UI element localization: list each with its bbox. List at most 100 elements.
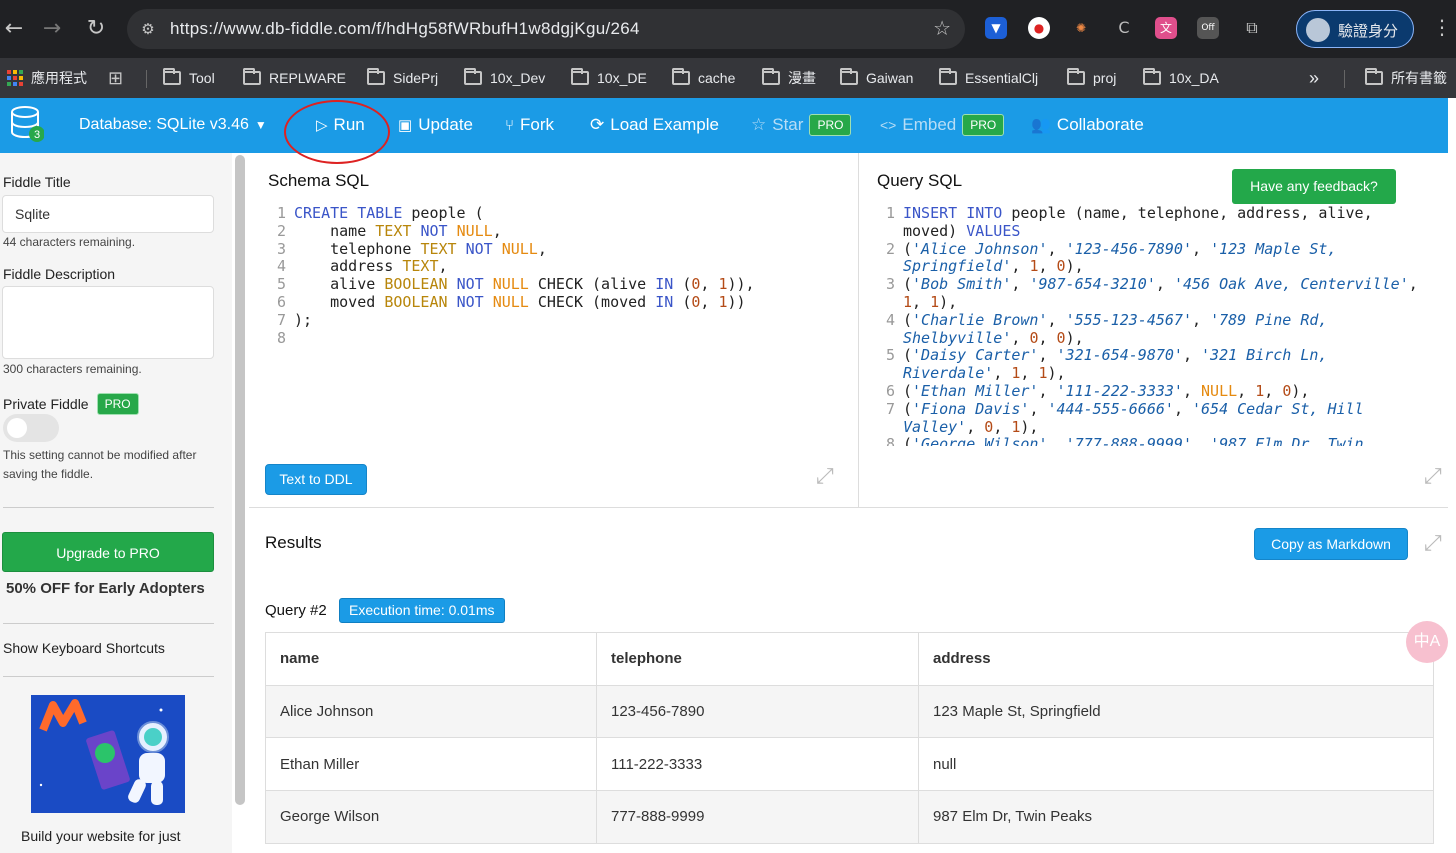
- query-label: Query #2: [265, 602, 327, 619]
- users-icon: 👥: [1031, 117, 1051, 134]
- folder-icon: [243, 68, 261, 85]
- private-fiddle-toggle[interactable]: [3, 414, 59, 442]
- color-wheel-extension-icon[interactable]: ✺: [1070, 17, 1092, 39]
- bookmark-label: EssentialClj: [965, 70, 1039, 86]
- fiddle-description-input[interactable]: [2, 286, 214, 359]
- code-icon: <>: [880, 117, 897, 133]
- star-icon: ☆: [751, 115, 767, 134]
- expand-results-icon[interactable]: ⤢: [1424, 531, 1442, 556]
- pokeball-extension-icon[interactable]: ●: [1028, 17, 1050, 39]
- bookmark-folder[interactable]: 10x_DE: [571, 64, 647, 92]
- collaborate-button[interactable]: 👥 Collaborate: [1031, 109, 1144, 141]
- reload-icon[interactable]: ↻: [82, 14, 110, 44]
- bookmark-label: REPLWARE: [269, 70, 347, 86]
- bookmark-folder[interactable]: 10x_Dev: [464, 64, 545, 92]
- star-label: Star: [772, 115, 804, 134]
- bookmark-folder[interactable]: cache: [672, 64, 735, 92]
- text-to-ddl-button[interactable]: Text to DDL: [265, 464, 367, 495]
- column-header: address: [918, 632, 1434, 686]
- folder-icon: [762, 68, 780, 85]
- schema-sql-editor[interactable]: 1 CREATE TABLE people ( 2 name TEXT NOT N…: [268, 204, 755, 347]
- copy-as-markdown-button[interactable]: Copy as Markdown: [1254, 528, 1408, 560]
- folder-icon: [840, 68, 858, 85]
- embed-button[interactable]: <> Embed PRO: [880, 109, 1005, 141]
- expand-query-icon[interactable]: ⤢: [1424, 464, 1442, 489]
- off-extension-icon[interactable]: Off: [1197, 17, 1219, 39]
- expand-schema-icon[interactable]: ⤢: [816, 464, 834, 489]
- bookmark-label: cache: [698, 70, 736, 86]
- bookmark-label: 漫畫: [788, 70, 816, 86]
- divider: [249, 507, 1448, 508]
- query-sql-editor-viewport[interactable]: 1 INSERT INTO people (name, telephone, ad…: [877, 205, 1447, 446]
- app-toolbar: 3 Database: SQLite v3.46 ▼ ▷ Run ▣ Updat…: [0, 98, 1448, 153]
- bookmark-label: 所有書籤: [1391, 70, 1447, 86]
- folder-icon: [1143, 68, 1161, 85]
- results-title: Results: [265, 533, 322, 552]
- tab-groups-icon[interactable]: ⊞: [108, 64, 123, 92]
- title-remaining-text: 44 characters remaining.: [3, 235, 136, 249]
- sidebar-scrollbar[interactable]: [235, 155, 245, 805]
- site-settings-icon[interactable]: ⚙: [137, 18, 159, 40]
- fiddle-title-input[interactable]: Sqlite: [2, 195, 214, 233]
- caret-down-icon: ▼: [254, 118, 267, 132]
- table-row: George Wilson 777-888-9999 987 Elm Dr, T…: [265, 790, 1434, 844]
- table-cell: 111-222-3333: [596, 737, 919, 792]
- address-bar[interactable]: ⚙ https://www.db-fiddle.com/f/hdHg58fWRb…: [127, 9, 965, 49]
- feedback-button[interactable]: Have any feedback?: [1232, 169, 1396, 204]
- table-cell: 123 Maple St, Springfield: [918, 684, 1434, 739]
- load-example-button[interactable]: ⟳ Load Example: [590, 109, 719, 141]
- folder-icon: [1067, 68, 1085, 85]
- profile-label: 驗證身分: [1338, 23, 1399, 40]
- private-fiddle-row: Private Fiddle PRO: [3, 393, 139, 415]
- table-cell: 987 Elm Dr, Twin Peaks: [918, 790, 1434, 844]
- toggle-knob: [7, 418, 27, 438]
- all-bookmarks[interactable]: 所有書籤: [1365, 64, 1447, 92]
- more-menu-icon[interactable]: ⋮: [1432, 15, 1452, 39]
- divider: [3, 623, 214, 624]
- scrollbar-thumb[interactable]: [235, 155, 245, 805]
- bookmark-apps[interactable]: 應用程式: [7, 64, 87, 92]
- avatar: [1306, 18, 1330, 42]
- translate-floating-button[interactable]: 中A: [1406, 621, 1448, 663]
- fork-button[interactable]: ⑂ Fork: [505, 109, 554, 141]
- ad-image[interactable]: [31, 695, 185, 813]
- bookmark-folder[interactable]: SidePrj: [367, 64, 438, 92]
- c-extension-icon[interactable]: C: [1113, 17, 1135, 39]
- bookmark-label: Tool: [189, 70, 215, 86]
- bookmark-folder[interactable]: Tool: [163, 64, 215, 92]
- bookmark-folder[interactable]: 漫畫: [762, 64, 816, 92]
- bookmark-folder[interactable]: Gaiwan: [840, 64, 913, 92]
- translate-extension-icon[interactable]: 文: [1155, 17, 1177, 39]
- folder-icon: [163, 68, 181, 85]
- query-sql-title: Query SQL: [877, 171, 963, 190]
- puzzle-extensions-icon[interactable]: ⧉: [1241, 17, 1263, 39]
- query-sql-editor[interactable]: 1 INSERT INTO people (name, telephone, ad…: [877, 205, 1418, 446]
- bookmark-folder[interactable]: REPLWARE: [243, 64, 346, 92]
- fiddle-title-label: Fiddle Title: [3, 174, 71, 190]
- url-text[interactable]: https://www.db-fiddle.com/f/hdHg58fWRbuf…: [170, 19, 640, 39]
- upgrade-to-pro-button[interactable]: Upgrade to PRO: [2, 532, 214, 572]
- table-cell: George Wilson: [265, 790, 597, 844]
- bookmark-folder[interactable]: EssentialClj: [939, 64, 1038, 92]
- column-header: telephone: [596, 632, 919, 686]
- forward-arrow-icon[interactable]: →: [38, 14, 66, 44]
- ad-caption[interactable]: Build your website for just: [21, 828, 181, 844]
- update-button[interactable]: ▣ Update: [398, 109, 473, 141]
- back-arrow-icon[interactable]: ←: [0, 14, 28, 44]
- bookmark-folder[interactable]: proj: [1067, 64, 1116, 92]
- star-button[interactable]: ☆ Star PRO: [751, 109, 852, 141]
- shield-extension-icon[interactable]: ▼: [985, 17, 1007, 39]
- profile-button[interactable]: 驗證身分: [1296, 10, 1414, 48]
- database-selector[interactable]: Database: SQLite v3.46 ▼: [79, 109, 267, 141]
- more-bookmarks-icon[interactable]: »: [1309, 64, 1319, 92]
- collaborate-label: Collaborate: [1056, 115, 1144, 134]
- bookmark-label: 10x_DA: [1169, 70, 1219, 86]
- private-note-text: saving the fiddle.: [3, 467, 94, 481]
- bookmark-star-icon[interactable]: ☆: [933, 16, 951, 40]
- bookmark-label: 應用程式: [31, 70, 87, 86]
- database-icon[interactable]: 3: [10, 105, 44, 145]
- keyboard-shortcuts-link[interactable]: Show Keyboard Shortcuts: [3, 640, 165, 656]
- pro-badge: PRO: [962, 114, 1005, 136]
- bookmark-label: 10x_DE: [597, 70, 647, 86]
- bookmark-folder[interactable]: 10x_DA: [1143, 64, 1219, 92]
